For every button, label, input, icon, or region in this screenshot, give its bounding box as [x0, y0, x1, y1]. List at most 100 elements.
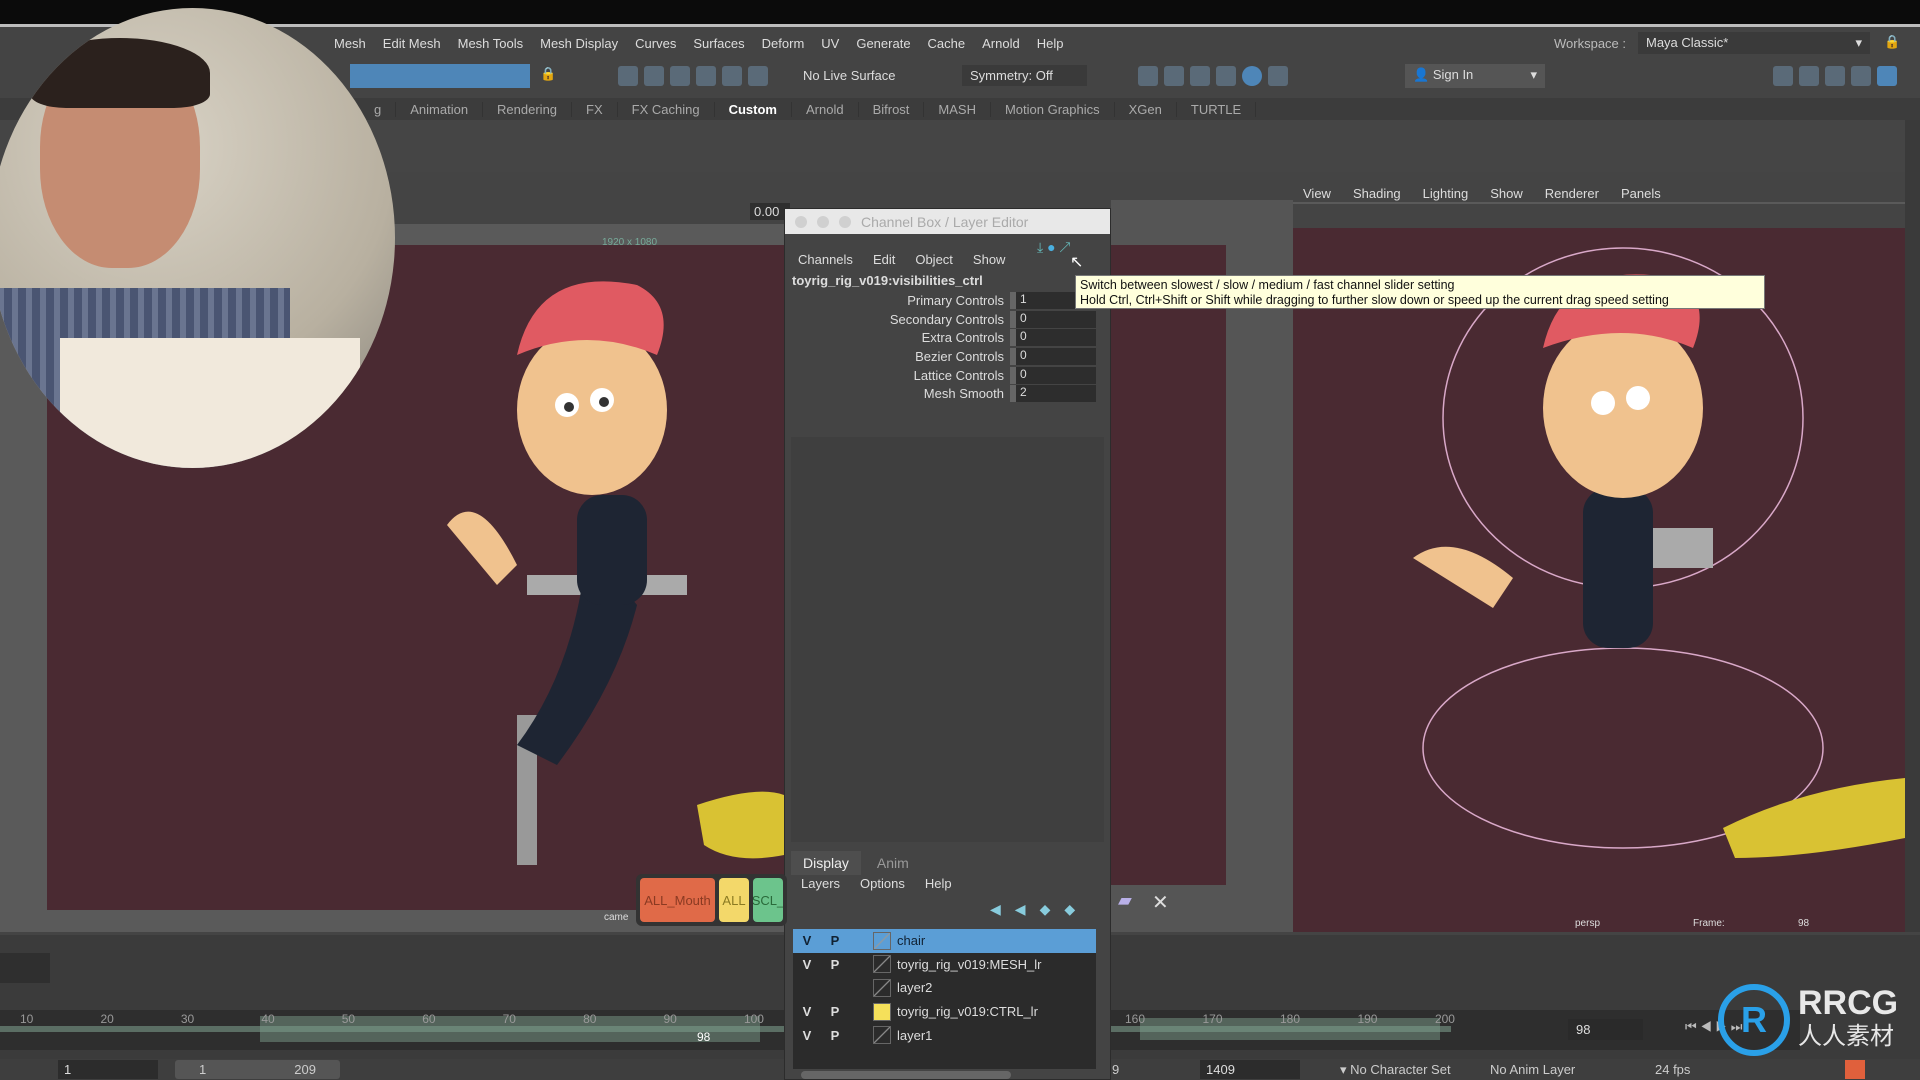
menu-mesh[interactable]: Mesh — [334, 36, 366, 51]
menu-deform[interactable]: Deform — [762, 36, 805, 51]
tab-turtle[interactable]: TURTLE — [1177, 101, 1257, 117]
menu-curves[interactable]: Curves — [635, 36, 676, 51]
menu-layers[interactable]: Layers — [801, 876, 840, 891]
snap-point-icon[interactable] — [670, 66, 690, 86]
close-icon[interactable]: ✕ — [1152, 890, 1169, 915]
visibility-toggle[interactable]: V — [793, 1004, 821, 1019]
attr-extra-controls[interactable]: Extra Controls 0 — [785, 328, 1110, 347]
menu-generate[interactable]: Generate — [856, 36, 910, 51]
minimize-window-button[interactable] — [817, 215, 829, 228]
playback-toggle[interactable]: P — [821, 1028, 849, 1043]
attr-secondary-controls[interactable]: Secondary Controls 0 — [785, 310, 1110, 329]
layer-row-mesh[interactable]: V Ptoyrig_rig_v019:MESH_lr — [793, 953, 1096, 977]
auto-key-icon[interactable] — [1845, 1060, 1865, 1079]
attr-value[interactable]: 0 — [1010, 347, 1096, 365]
attr-lattice-controls[interactable]: Lattice Controls 0 — [785, 366, 1110, 385]
attr-value[interactable]: 2 — [1010, 385, 1096, 403]
menu-lighting[interactable]: Lighting — [1423, 186, 1469, 201]
visibility-toggle[interactable]: V — [793, 1028, 821, 1043]
menu-show[interactable]: Show — [1490, 186, 1523, 201]
attr-value[interactable]: 0 — [1010, 329, 1096, 347]
layer-row-layer2[interactable]: layer2 — [793, 976, 1096, 1000]
character-set-dropdown[interactable]: ▾ No Character Set — [1340, 1062, 1480, 1078]
snap-view-icon[interactable] — [696, 66, 716, 86]
layer-color-swatch[interactable] — [873, 1026, 891, 1045]
menu-shading[interactable]: Shading — [1353, 186, 1401, 201]
menu-panels[interactable]: Panels — [1621, 186, 1661, 201]
close-window-button[interactable] — [795, 215, 807, 228]
new-layer-icon[interactable]: ◆ — [1040, 901, 1051, 918]
snap-live-icon[interactable] — [748, 66, 768, 86]
layer-color-swatch[interactable] — [873, 955, 891, 974]
anim-end-field[interactable]: 1409 — [1200, 1060, 1300, 1079]
layer-color-swatch[interactable] — [873, 978, 891, 997]
menu-channels[interactable]: Channels — [798, 252, 853, 267]
layer-folder-icon[interactable]: ▰ — [1118, 890, 1132, 911]
tab-fx[interactable]: FX — [572, 101, 618, 117]
attr-value[interactable]: 0 — [1010, 366, 1096, 384]
playback-toggle[interactable]: P — [821, 933, 849, 948]
ipr-render-icon[interactable] — [1164, 66, 1184, 86]
snap-grid-icon[interactable] — [618, 66, 638, 86]
menu-edit-mesh[interactable]: Edit Mesh — [383, 36, 441, 51]
move-layer-up-icon[interactable]: ◀ — [990, 901, 1001, 918]
render-view-icon[interactable] — [1242, 66, 1262, 86]
symmetry-dropdown[interactable]: Symmetry: Off — [962, 65, 1087, 86]
attr-mesh-smooth[interactable]: Mesh Smooth 2 — [785, 384, 1110, 403]
menu-mesh-display[interactable]: Mesh Display — [540, 36, 618, 51]
current-frame-marker[interactable]: 98 — [697, 1030, 710, 1044]
layer-row-layer1[interactable]: V Player1 — [793, 1023, 1096, 1047]
menu-options[interactable]: Options — [860, 876, 905, 891]
selection-mask-icons[interactable] — [350, 64, 530, 88]
layer-row-ctrl[interactable]: V Ptoyrig_rig_v019:CTRL_lr — [793, 1000, 1096, 1024]
tab-motion-graphics[interactable]: Motion Graphics — [991, 101, 1115, 117]
all-mouth-button[interactable]: ALL_Mouth — [640, 878, 715, 922]
menu-object[interactable]: Object — [915, 252, 953, 267]
slider-speed-icon[interactable]: ● — [1047, 239, 1055, 255]
attr-value[interactable]: 0 — [1010, 310, 1096, 328]
fps-dropdown[interactable]: 24 fps — [1655, 1062, 1735, 1077]
menu-cache[interactable]: Cache — [928, 36, 966, 51]
time-editor-button[interactable] — [0, 953, 50, 983]
range-end-field[interactable]: 9 — [1112, 1062, 1119, 1077]
range-start-field[interactable]: 1 — [58, 1060, 158, 1079]
attr-bezier-controls[interactable]: Bezier Controls 0 — [785, 347, 1110, 366]
workspace-dropdown[interactable]: Maya Classic* ▾ — [1638, 32, 1870, 54]
layer-color-swatch[interactable] — [873, 931, 891, 950]
horizontal-scrollbar[interactable] — [801, 1071, 1011, 1079]
new-layer-selected-icon[interactable]: ◆ — [1064, 901, 1075, 918]
menu-show[interactable]: Show — [973, 252, 1006, 267]
hypershade-icon[interactable] — [1216, 66, 1236, 86]
tab-custom[interactable]: Custom — [715, 101, 792, 117]
menu-renderer[interactable]: Renderer — [1545, 186, 1599, 201]
visibility-toggle[interactable]: V — [793, 957, 821, 972]
visibility-toggle[interactable]: V — [793, 933, 821, 948]
menu-surfaces[interactable]: Surfaces — [693, 36, 744, 51]
vertical-scrollbar[interactable] — [1905, 120, 1920, 932]
playback-toggle[interactable]: P — [821, 1004, 849, 1019]
layer-color-swatch[interactable] — [873, 1002, 891, 1021]
layer-row-chair[interactable]: V Pchair — [793, 929, 1096, 953]
tool-settings-icon[interactable] — [1851, 66, 1871, 86]
menu-arnold[interactable]: Arnold — [982, 36, 1020, 51]
channel-box-icon[interactable] — [1877, 66, 1897, 86]
menu-help[interactable]: Help — [1037, 36, 1064, 51]
scl-button[interactable]: SCL_ — [753, 878, 783, 922]
attribute-editor-icon[interactable] — [1825, 66, 1845, 86]
tab-display[interactable]: Display — [791, 851, 861, 875]
render-setup-icon[interactable] — [1268, 66, 1288, 86]
tab-mash[interactable]: MASH — [924, 101, 991, 117]
live-surface-field[interactable]: No Live Surface — [795, 65, 925, 86]
render-settings-icon[interactable] — [1190, 66, 1210, 86]
anim-layer-dropdown[interactable]: No Anim Layer — [1490, 1062, 1610, 1077]
tab-rendering[interactable]: Rendering — [483, 101, 573, 117]
tab-animation[interactable]: Animation — [396, 101, 484, 117]
window-title-bar[interactable]: Channel Box / Layer Editor — [785, 209, 1110, 234]
tab-arnold[interactable]: Arnold — [792, 101, 859, 117]
lock-selection-icon[interactable]: 🔒 — [540, 66, 556, 82]
hyperbolic-icon[interactable]: ↗ — [1059, 239, 1070, 255]
tab-bifrost[interactable]: Bifrost — [859, 101, 925, 117]
render-icon[interactable] — [1138, 66, 1158, 86]
tab-g[interactable]: g — [360, 101, 397, 117]
move-layer-down-icon[interactable]: ◀ — [1015, 901, 1026, 918]
